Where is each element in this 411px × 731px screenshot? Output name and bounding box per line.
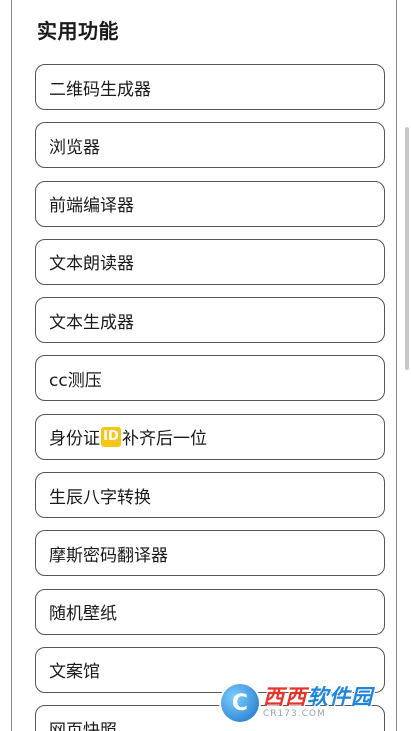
feature-list: 二维码生成器 浏览器 前端编译器 文本朗读器 文本生成器 cc测压 身份证 ID… [35, 64, 385, 731]
feature-text-generator[interactable]: 文本生成器 [35, 297, 385, 344]
feature-qrcode-generator[interactable]: 二维码生成器 [35, 64, 385, 110]
feature-label: cc测压 [49, 370, 102, 391]
feature-copywriting[interactable]: 文案馆 [35, 646, 385, 693]
feature-text-reader[interactable]: 文本朗读器 [35, 238, 385, 285]
section-title: 实用功能 [37, 19, 119, 43]
feature-label-before: 身份证 [49, 429, 100, 450]
feature-label: 随机壁纸 [49, 604, 117, 625]
feature-cc-stress-test[interactable]: cc测压 [35, 355, 385, 402]
feature-label-after: 补齐后一位 [122, 429, 207, 450]
feature-random-wallpaper[interactable]: 随机壁纸 [35, 588, 385, 635]
feature-label: 文本生成器 [49, 312, 134, 333]
feature-web-snapshot[interactable]: 网页快照 [35, 705, 385, 731]
feature-label: 文本朗读器 [49, 254, 134, 275]
scrollbar[interactable] [405, 127, 409, 370]
feature-bazi-converter[interactable]: 生辰八字转换 [35, 472, 385, 519]
feature-label: 浏览器 [49, 137, 100, 158]
feature-label: 前端编译器 [49, 196, 134, 217]
feature-label: 生辰八字转换 [49, 487, 151, 508]
feature-frontend-compiler[interactable]: 前端编译器 [35, 180, 385, 227]
app-screen: 实用功能 二维码生成器 浏览器 前端编译器 文本朗读器 文本生成器 cc测压 身… [0, 0, 411, 731]
feature-label: 二维码生成器 [49, 79, 151, 100]
feature-id-card-completion[interactable]: 身份证 ID 补齐后一位 [35, 413, 385, 460]
feature-label: 网页快照 [49, 720, 117, 731]
id-card-icon: ID [101, 426, 121, 447]
feature-label: 文案馆 [49, 662, 100, 683]
feature-browser[interactable]: 浏览器 [35, 122, 385, 169]
feature-label: 摩斯密码翻译器 [49, 545, 168, 566]
feature-morse-translator[interactable]: 摩斯密码翻译器 [35, 530, 385, 577]
